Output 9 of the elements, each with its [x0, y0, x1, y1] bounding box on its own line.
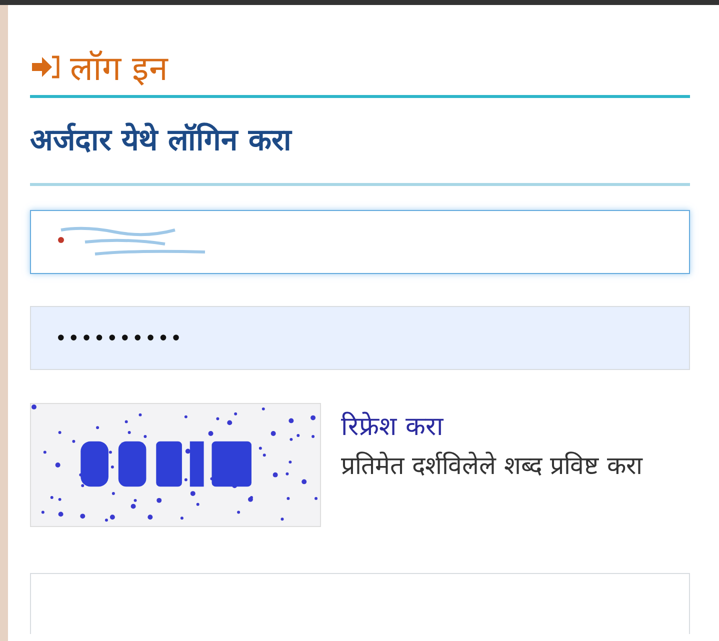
password-value: ••••••••••: [55, 326, 183, 350]
captcha-hint: प्रतिमेत दर्शविलेले शब्द प्रविष्ट करा: [341, 450, 644, 482]
refresh-link[interactable]: रिफ्रेश करा: [341, 407, 686, 443]
username-field[interactable]: [30, 210, 690, 274]
panel-title: लॉग इन: [70, 48, 168, 90]
captcha-field[interactable]: [30, 573, 690, 634]
sign-in-icon: [30, 54, 62, 80]
password-field[interactable]: ••••••••••: [30, 306, 690, 370]
login-heading: अर्जदार येथे लॉगिन करा: [30, 122, 294, 160]
